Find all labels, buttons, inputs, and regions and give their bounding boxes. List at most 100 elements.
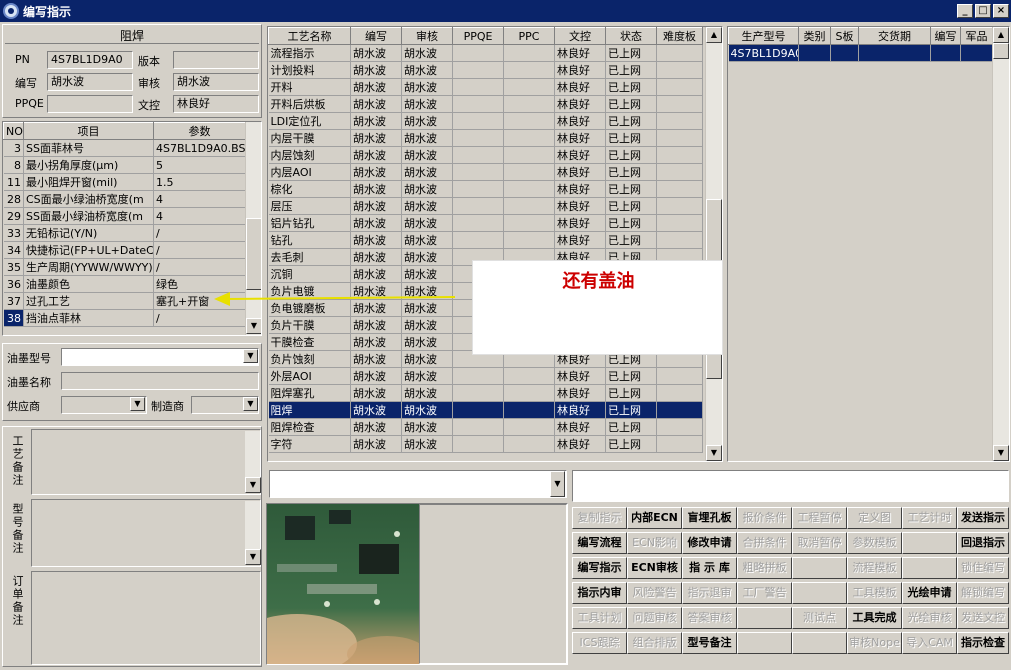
- param-col-header[interactable]: 项目: [23, 122, 154, 140]
- minimize-button[interactable]: _: [957, 4, 973, 18]
- button-0-1[interactable]: 内部ECN: [627, 507, 682, 529]
- button-3-5[interactable]: 工具模板: [847, 582, 902, 604]
- process-col-header[interactable]: 审核: [401, 27, 453, 45]
- param-scroll-down[interactable]: ▼: [246, 318, 261, 334]
- empty-button[interactable]: [902, 557, 957, 579]
- param-row[interactable]: 35 生产周期(YYWW/WWYY) /: [3, 258, 246, 276]
- model-note-scroll-down[interactable]: ▼: [245, 549, 261, 565]
- process-col-header[interactable]: PPC: [503, 27, 555, 45]
- empty-button[interactable]: [792, 557, 847, 579]
- process-note-scroll-down[interactable]: ▼: [245, 477, 261, 493]
- order-row[interactable]: 4S7BL1D9A0: [728, 44, 993, 62]
- button-2-2[interactable]: 指 示 库: [682, 557, 737, 579]
- process-row[interactable]: 内层蚀刻 胡水波 胡水波 林良好 已上网: [268, 146, 703, 164]
- button-3-0[interactable]: 指示内审: [572, 582, 627, 604]
- process-combo[interactable]: [269, 470, 567, 498]
- process-row[interactable]: 开料后烘板 胡水波 胡水波 林良好 已上网: [268, 95, 703, 113]
- empty-button[interactable]: [792, 582, 847, 604]
- process-row[interactable]: 开料 胡水波 胡水波 林良好 已上网: [268, 78, 703, 96]
- button-3-3[interactable]: 工厂警告: [737, 582, 792, 604]
- button-2-5[interactable]: 流程模板: [847, 557, 902, 579]
- process-scroll-up[interactable]: ▲: [706, 27, 722, 43]
- empty-button[interactable]: [737, 632, 792, 654]
- button-3-1[interactable]: 风险警告: [627, 582, 682, 604]
- process-col-header[interactable]: PPQE: [452, 27, 504, 45]
- param-row[interactable]: 28 CS面最小绿油桥宽度(m 4: [3, 190, 246, 208]
- button-4-7[interactable]: 发送文控: [957, 607, 1009, 629]
- process-row[interactable]: LDI定位孔 胡水波 胡水波 林良好 已上网: [268, 112, 703, 130]
- button-2-0[interactable]: 编写指示: [572, 557, 627, 579]
- button-1-2[interactable]: 修改申请: [682, 532, 737, 554]
- button-4-0[interactable]: 工具计划: [572, 607, 627, 629]
- process-row[interactable]: 棕化 胡水波 胡水波 林良好 已上网: [268, 180, 703, 198]
- button-0-0[interactable]: 复制指示: [572, 507, 627, 529]
- button-5-6[interactable]: 导入CAM: [902, 632, 957, 654]
- process-scrollbar[interactable]: ▲ ▼: [705, 27, 722, 461]
- version-field[interactable]: [173, 51, 259, 69]
- button-5-7[interactable]: 指示检查: [957, 632, 1009, 654]
- chevron-down-icon[interactable]: ▼: [243, 349, 258, 363]
- process-row[interactable]: 阻焊检查 胡水波 胡水波 林良好 已上网: [268, 418, 703, 436]
- order-grid[interactable]: 生产型号 类别 S板 交货期 编写 军品 4S7BL1D9A0 ▲ ▼: [727, 26, 1010, 462]
- process-row[interactable]: 内层AOI 胡水波 胡水波 林良好 已上网: [268, 163, 703, 181]
- button-3-7[interactable]: 解锁编写: [957, 582, 1009, 604]
- order-note-field[interactable]: [31, 571, 261, 665]
- button-3-6[interactable]: 光绘申请: [902, 582, 957, 604]
- button-4-5[interactable]: 工具完成: [847, 607, 902, 629]
- button-0-5[interactable]: 定义图: [847, 507, 902, 529]
- button-0-3[interactable]: 报价条件: [737, 507, 792, 529]
- button-3-2[interactable]: 指示退审: [682, 582, 737, 604]
- process-note-field[interactable]: [31, 429, 261, 495]
- param-row[interactable]: 11 最小阻焊开窗(mil) 1.5: [3, 173, 246, 191]
- order-scroll-up[interactable]: ▲: [993, 27, 1009, 43]
- order-scroll-thumb[interactable]: [993, 43, 1009, 59]
- param-col-header[interactable]: 参数: [153, 122, 246, 140]
- button-2-3[interactable]: 粗略拼板: [737, 557, 792, 579]
- maximize-button[interactable]: □: [975, 4, 991, 18]
- param-row[interactable]: 38 挡油点菲林 /: [3, 309, 246, 327]
- button-1-5[interactable]: 参数模板: [847, 532, 902, 554]
- button-5-2[interactable]: 型号备注: [682, 632, 737, 654]
- order-col-header[interactable]: S板: [830, 27, 859, 45]
- param-row[interactable]: 8 最小拐角厚度(μm) 5: [3, 156, 246, 174]
- process-row[interactable]: 流程指示 胡水波 胡水波 林良好 已上网: [268, 44, 703, 62]
- param-row[interactable]: 3 SS面菲林号 4S7BL1D9A0.BS: [3, 139, 246, 157]
- param-scroll-thumb[interactable]: [246, 218, 261, 290]
- order-col-header[interactable]: 编写: [930, 27, 961, 45]
- button-1-4[interactable]: 取消暂停: [792, 532, 847, 554]
- button-1-3[interactable]: 合拼条件: [737, 532, 792, 554]
- process-grid[interactable]: 工艺名称 编写 审核 PPQE PPC 文控 状态 难度板 流程指示 胡水波 胡水波 林良好 已上网计…: [267, 26, 723, 462]
- reviewer-field[interactable]: 胡水波: [173, 73, 259, 91]
- command-input[interactable]: [572, 470, 1009, 502]
- button-2-1[interactable]: ECN审核: [627, 557, 682, 579]
- process-row[interactable]: 铝片钻孔 胡水波 胡水波 林良好 已上网: [268, 214, 703, 232]
- process-row[interactable]: 阻焊 胡水波 胡水波 林良好 已上网: [268, 401, 703, 419]
- control-field[interactable]: 林良好: [173, 95, 259, 113]
- process-scroll-down[interactable]: ▼: [706, 445, 722, 461]
- button-4-6[interactable]: 光绘审核: [902, 607, 957, 629]
- button-0-6[interactable]: 工艺计时: [902, 507, 957, 529]
- button-2-7[interactable]: 锁住编写: [957, 557, 1009, 579]
- chevron-down-icon[interactable]: ▼: [550, 471, 565, 497]
- button-0-4[interactable]: 工程暂停: [792, 507, 847, 529]
- button-1-7[interactable]: 回退指示: [957, 532, 1009, 554]
- param-row[interactable]: 34 快捷标记(FP+UL+DateCo /: [3, 241, 246, 259]
- button-5-1[interactable]: 组合排版: [627, 632, 682, 654]
- param-col-header[interactable]: NO: [3, 122, 24, 140]
- button-1-1[interactable]: ECN影响: [627, 532, 682, 554]
- button-0-2[interactable]: 盲埋孔板: [682, 507, 737, 529]
- writer-field[interactable]: 胡水波: [47, 73, 133, 91]
- process-col-header[interactable]: 编写: [350, 27, 402, 45]
- order-scrollbar[interactable]: ▲ ▼: [992, 27, 1009, 461]
- process-row[interactable]: 钻孔 胡水波 胡水波 林良好 已上网: [268, 231, 703, 249]
- ppqe-field[interactable]: [47, 95, 133, 113]
- button-1-0[interactable]: 编写流程: [572, 532, 627, 554]
- button-4-4[interactable]: 测试点: [792, 607, 847, 629]
- process-col-header[interactable]: 难度板: [656, 27, 703, 45]
- button-5-0[interactable]: ICS跟踪: [572, 632, 627, 654]
- process-col-header[interactable]: 文控: [554, 27, 606, 45]
- process-row[interactable]: 内层干膜 胡水波 胡水波 林良好 已上网: [268, 129, 703, 147]
- order-col-header[interactable]: 类别: [798, 27, 831, 45]
- order-col-header[interactable]: 军品: [960, 27, 993, 45]
- pn-field[interactable]: 4S7BL1D9A0: [47, 51, 133, 69]
